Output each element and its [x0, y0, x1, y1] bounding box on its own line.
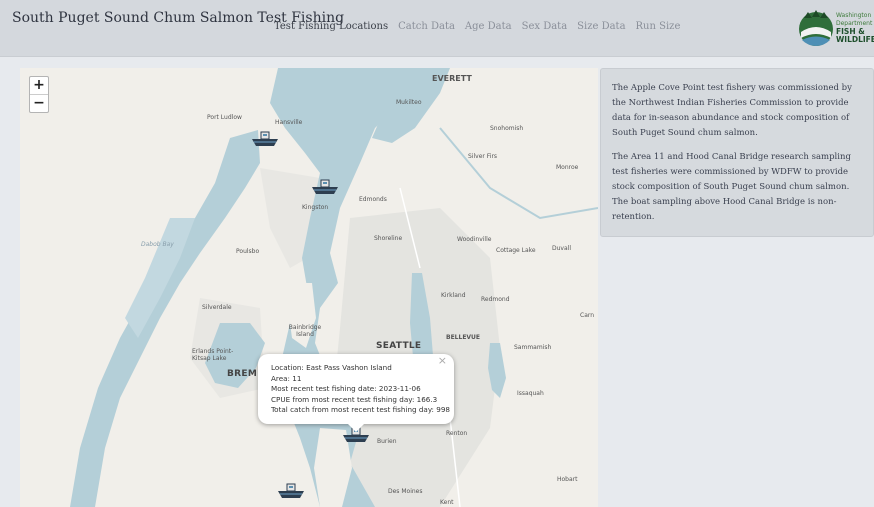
boat-marker-apple-cove-point[interactable]	[310, 178, 340, 196]
label-snohomish: Snohomish	[490, 125, 524, 132]
label-erlands-point: Erlands Point-Kitsap Lake	[192, 348, 234, 362]
label-hobart: Hobart	[557, 476, 578, 483]
label-cottage-lake: Cottage Lake	[496, 247, 536, 254]
label-hansville: Hansville	[275, 119, 303, 126]
zoom-in-button[interactable]: +	[30, 77, 48, 94]
logo-text: Washington Department of FISH & WILDLIFE	[836, 12, 874, 44]
boat-marker-hood-canal-bridge[interactable]	[250, 130, 280, 148]
popup-recent-date: Most recent test fishing date: 2023-11-0…	[271, 384, 421, 393]
nav-catch-data[interactable]: Catch Data	[398, 21, 455, 32]
boat-marker-south[interactable]	[276, 482, 306, 500]
wdfw-emblem-icon	[799, 10, 833, 46]
label-silver-firs: Silver Firs	[468, 153, 498, 160]
label-mukilteo: Mukilteo	[396, 99, 422, 106]
popup-total-catch: Total catch from most recent test fishin…	[271, 405, 450, 414]
label-bainbridge-island: Bainbridge Island	[288, 324, 322, 338]
app-header: South Puget Sound Chum Salmon Test Fishi…	[0, 0, 874, 57]
marker-popup: × Location: East Pass Vashon Island Area…	[258, 354, 454, 432]
nav-size-data[interactable]: Size Data	[577, 21, 625, 32]
zoom-control: + −	[29, 76, 49, 113]
popup-location: Location: East Pass Vashon Island	[271, 363, 392, 372]
label-monroe: Monroe	[556, 164, 579, 171]
nav-sex-data[interactable]: Sex Data	[522, 21, 568, 32]
label-kirkland: Kirkland	[441, 292, 466, 299]
popup-area: Area: 11	[271, 373, 302, 383]
top-nav: Test Fishing Locations Catch Data Age Da…	[274, 21, 680, 32]
logo-line4: WILDLIFE	[836, 35, 874, 44]
label-sammamish: Sammamish	[514, 344, 552, 351]
label-duvall: Duvall	[552, 245, 571, 252]
nav-test-fishing-locations[interactable]: Test Fishing Locations	[274, 21, 388, 32]
label-burien: Burien	[377, 438, 397, 445]
map-tiles	[70, 68, 598, 507]
label-renton: Renton	[446, 430, 468, 437]
label-bellevue: BELLEVUE	[446, 334, 481, 341]
label-issaquah: Issaquah	[517, 390, 544, 397]
popup-close-icon[interactable]: ×	[438, 355, 447, 367]
label-carnation: Carn	[580, 312, 595, 319]
label-port-ludlow: Port Ludlow	[207, 114, 242, 121]
label-seattle: SEATTLE	[376, 341, 422, 351]
label-redmond: Redmond	[481, 296, 510, 303]
label-bremerton: BREM	[227, 369, 258, 379]
info-panel: The Apple Cove Point test fishery was co…	[600, 68, 874, 237]
label-kingston: Kingston	[302, 204, 329, 211]
label-dabob-bay: Dabob Bay	[141, 241, 174, 248]
info-paragraph-1: The Apple Cove Point test fishery was co…	[612, 83, 852, 138]
popup-cpue: CPUE from most recent test fishing day: …	[271, 394, 438, 404]
popup-tip	[347, 423, 365, 432]
label-poulsbo: Poulsbo	[236, 248, 260, 255]
nav-run-size[interactable]: Run Size	[636, 21, 681, 32]
nav-age-data[interactable]: Age Data	[465, 21, 512, 32]
label-edmonds: Edmonds	[359, 196, 387, 203]
wdfw-logo[interactable]: Washington Department of FISH & WILDLIFE	[798, 8, 874, 50]
logo-line1: Washington	[836, 12, 872, 19]
label-des-moines: Des Moines	[388, 488, 423, 495]
info-paragraph-2: The Area 11 and Hood Canal Bridge resear…	[612, 152, 851, 222]
label-woodinville: Woodinville	[457, 236, 492, 243]
label-silverdale: Silverdale	[202, 304, 232, 311]
label-shoreline: Shoreline	[374, 235, 403, 242]
map-view[interactable]: + − EVERETT Mukilteo Port Ludlow Hansvil…	[20, 68, 598, 507]
zoom-out-button[interactable]: −	[30, 94, 48, 112]
label-kent: Kent	[440, 499, 454, 506]
label-everett: EVERETT	[432, 74, 472, 83]
